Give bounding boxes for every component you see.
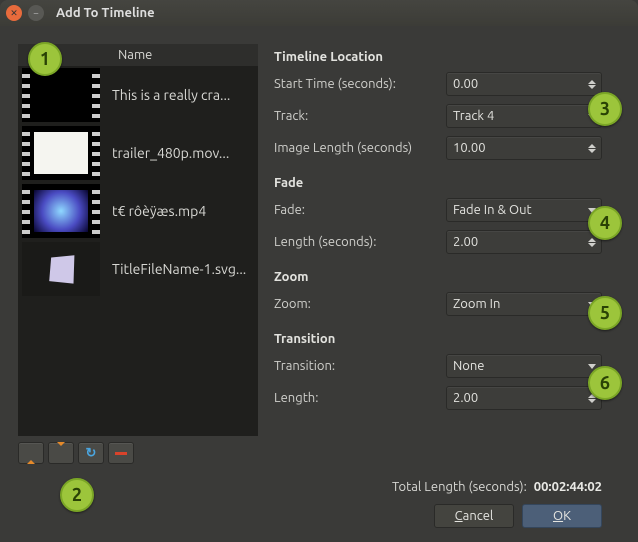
track-value: Track 4 — [453, 109, 494, 123]
fade-length-field[interactable]: 2.00 — [446, 230, 602, 254]
section-transition: Transition — [274, 332, 602, 346]
total-length-label: Total Length (seconds): — [392, 480, 527, 494]
close-icon[interactable]: ✕ — [6, 5, 22, 21]
file-label: TitleFileName-1.svg... — [112, 261, 254, 277]
section-zoom: Zoom — [274, 270, 602, 284]
remove-button[interactable] — [108, 442, 134, 464]
ok-button[interactable]: OK — [522, 504, 602, 528]
start-time-field[interactable]: 0.00 — [446, 72, 602, 96]
move-down-button[interactable] — [48, 442, 74, 464]
transition-label: Transition: — [274, 359, 438, 373]
annotation-marker-6: 6 — [588, 366, 622, 400]
image-length-label: Image Length (seconds) — [274, 141, 438, 155]
ok-label: K — [563, 509, 571, 523]
section-fade: Fade — [274, 176, 602, 190]
settings-panel: Timeline Location Start Time (seconds): … — [268, 44, 602, 464]
file-label: This is a really cra... — [112, 87, 254, 103]
annotation-marker-1: 1 — [28, 42, 62, 76]
transition-select[interactable]: None — [446, 354, 602, 378]
file-panel: Name This is a really cra... trailer_480… — [18, 44, 258, 464]
annotation-marker-3: 3 — [588, 92, 622, 126]
fade-length-value: 2.00 — [453, 235, 478, 249]
start-time-value: 0.00 — [453, 77, 478, 91]
annotation-marker-2: 2 — [60, 478, 94, 512]
file-label: t€ rôèÿæs.mp4 — [112, 203, 254, 219]
titlebar: ✕ – Add To Timeline — [0, 0, 638, 26]
transition-length-field[interactable]: 2.00 — [446, 386, 602, 410]
chevron-down-icon — [57, 446, 65, 460]
refresh-icon: ↻ — [86, 446, 97, 461]
zoom-select[interactable]: Zoom In — [446, 292, 602, 316]
image-length-field[interactable]: 10.00 — [446, 136, 602, 160]
shuffle-button[interactable]: ↻ — [78, 442, 104, 464]
dialog-footer: Total Length (seconds): 00:02:44:02 Canc… — [18, 480, 602, 528]
total-length: Total Length (seconds): 00:02:44:02 — [392, 480, 602, 494]
window-title: Add To Timeline — [56, 6, 155, 20]
chevron-up-icon — [27, 446, 35, 460]
list-toolbar: ↻ — [18, 442, 258, 464]
transition-length-label: Length: — [274, 391, 438, 405]
thumbnail — [22, 126, 100, 180]
transition-length-value: 2.00 — [453, 391, 478, 405]
minimize-icon[interactable]: – — [28, 5, 44, 21]
zoom-value: Zoom In — [453, 297, 500, 311]
zoom-label: Zoom: — [274, 297, 438, 311]
cancel-label: ancel — [463, 509, 494, 523]
annotation-marker-5: 5 — [588, 296, 622, 330]
total-length-value: 00:02:44:02 — [534, 480, 602, 494]
start-time-label: Start Time (seconds): — [274, 77, 438, 91]
list-item[interactable]: TitleFileName-1.svg... — [18, 240, 258, 298]
fade-select[interactable]: Fade In & Out — [446, 198, 602, 222]
list-item[interactable]: t€ rôèÿæs.mp4 — [18, 182, 258, 240]
annotation-marker-4: 4 — [588, 206, 622, 240]
list-item[interactable]: trailer_480p.mov... — [18, 124, 258, 182]
fade-label: Fade: — [274, 203, 438, 217]
transition-value: None — [453, 359, 485, 373]
file-label: trailer_480p.mov... — [112, 145, 254, 161]
thumbnail — [22, 68, 100, 122]
move-up-button[interactable] — [18, 442, 44, 464]
fade-length-label: Length (seconds): — [274, 235, 438, 249]
track-label: Track: — [274, 109, 438, 123]
spin-buttons[interactable] — [585, 138, 599, 158]
fade-value: Fade In & Out — [453, 203, 532, 217]
section-timeline-location: Timeline Location — [274, 50, 602, 64]
file-list[interactable]: This is a really cra... trailer_480p.mov… — [18, 66, 258, 436]
thumbnail — [22, 242, 100, 296]
track-select[interactable]: Track 4 — [446, 104, 602, 128]
remove-icon — [115, 452, 127, 455]
list-item[interactable]: This is a really cra... — [18, 66, 258, 124]
image-length-value: 10.00 — [453, 141, 486, 155]
cancel-button[interactable]: Cancel — [434, 504, 514, 528]
spin-buttons[interactable] — [585, 74, 599, 94]
thumbnail — [22, 184, 100, 238]
